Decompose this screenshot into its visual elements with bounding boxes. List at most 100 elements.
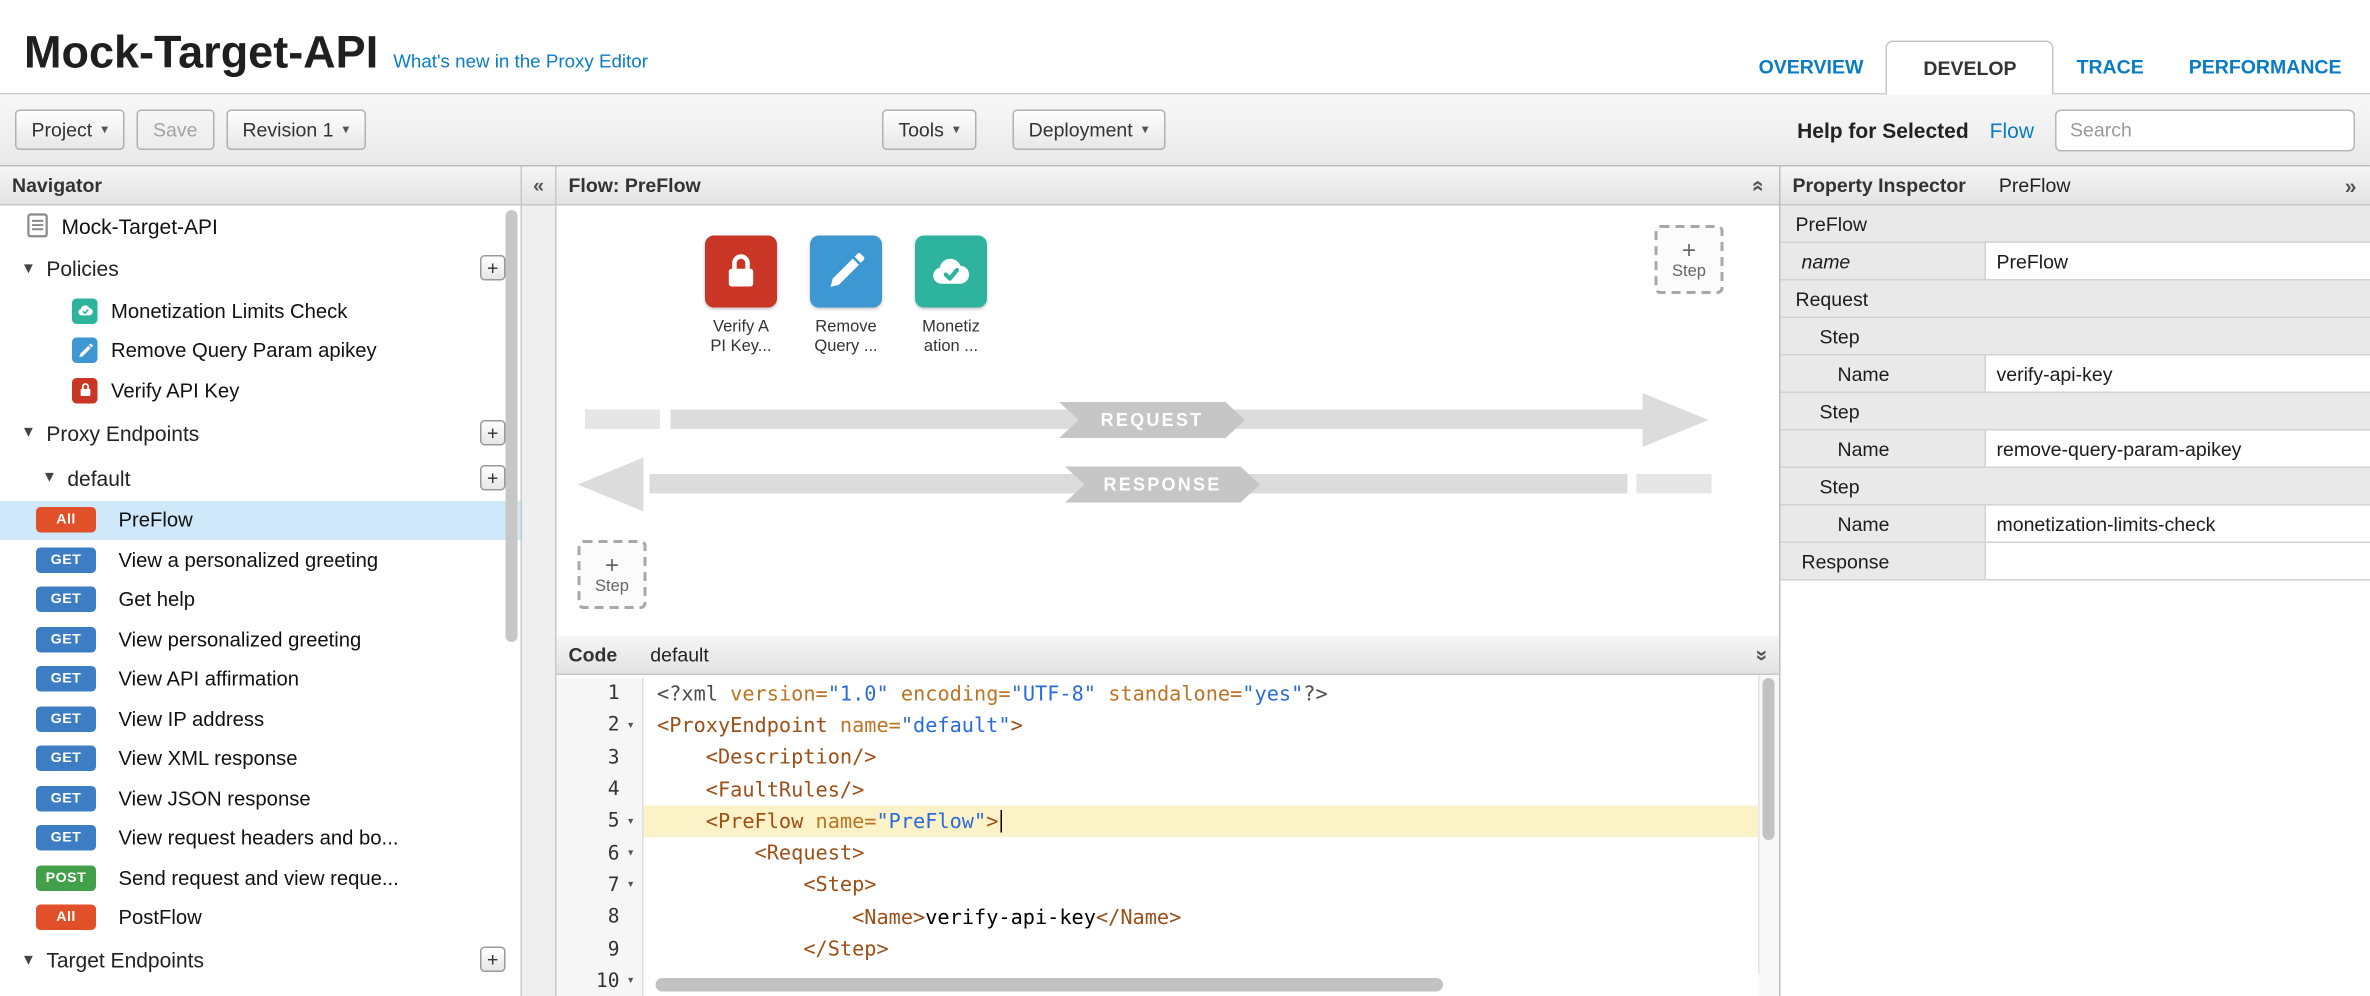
code-line-2[interactable]: 2▾<ProxyEndpoint name="default"> (557, 710, 1760, 742)
inspector-prop-value[interactable]: remove-query-param-apikey (1986, 431, 2370, 467)
flow-policy-monetiz-ation[interactable]: Monetization ... (899, 236, 1004, 358)
nav-item-view-personalized-greeting[interactable]: GETView personalized greeting (0, 620, 521, 660)
tab-develop[interactable]: DEVELOP (1886, 41, 2054, 95)
code-vertical-scrollbar[interactable] (1758, 675, 1779, 996)
add-proxy-endpoints-button[interactable]: + (480, 419, 506, 445)
nav-item-default[interactable]: ▼default+ (0, 455, 521, 500)
code-line-9[interactable]: 9 </Step> (557, 934, 1760, 966)
nav-item-proxy-endpoints[interactable]: ▼Proxy Endpoints+ (0, 410, 521, 455)
flow-policy-remove-query[interactable]: RemoveQuery ... (794, 236, 899, 358)
code-line-content[interactable]: <Name>verify-api-key</Name> (644, 902, 1760, 934)
inspector-prop-label-cell: Name (1781, 431, 1987, 467)
code-editor[interactable]: 1<?xml version="1.0" encoding="UTF-8" st… (557, 675, 1780, 996)
nav-item-mock-target-api[interactable]: Mock-Target-API (0, 206, 521, 247)
center-panel: Flow: PreFlow « Verify API Key... RemoveQ… (557, 167, 1780, 996)
nav-item-view-api-affirmation[interactable]: GETView API affirmation (0, 659, 521, 699)
tools-button[interactable]: Tools ▾ (882, 110, 976, 151)
nav-item-send-request-and-view-reque[interactable]: POSTSend request and view reque... (0, 858, 521, 898)
tab-performance[interactable]: PERFORMANCE (2166, 41, 2364, 94)
line-number: 8 (557, 902, 644, 934)
save-button[interactable]: Save (137, 110, 214, 151)
inspector-prop-value[interactable] (1986, 543, 2370, 579)
caret-down-icon: ▾ (343, 122, 350, 139)
disclosure-triangle-icon[interactable]: ▼ (21, 952, 36, 969)
nav-item-label: Policies (46, 257, 118, 281)
help-flow-link[interactable]: Flow (1990, 118, 2034, 142)
tab-trace[interactable]: TRACE (2054, 41, 2166, 94)
deployment-button[interactable]: Deployment ▾ (1012, 110, 1165, 151)
inspector-prop-label: Name (1838, 437, 1890, 460)
inspector-prop-value[interactable]: monetization-limits-check (1986, 506, 2370, 542)
add-step-button-request[interactable]: + Step (1655, 225, 1724, 294)
code-line-content[interactable]: <ProxyEndpoint name="default"> (644, 710, 1760, 742)
add-policies-button[interactable]: + (480, 255, 506, 281)
expand-inspector-icon[interactable]: » (2345, 173, 2357, 197)
code-fold-icon[interactable]: ▾ (620, 878, 643, 893)
code-line-content[interactable]: <PreFlow name="PreFlow"> (644, 806, 1760, 838)
flow-panel-title: Flow: PreFlow (569, 174, 701, 197)
nav-item-view-request-headers-and-bo[interactable]: GETView request headers and bo... (0, 818, 521, 858)
code-fold-icon[interactable]: ▾ (620, 974, 643, 989)
code-line-5[interactable]: 5▾ <PreFlow name="PreFlow"> (557, 806, 1760, 838)
disclosure-triangle-icon[interactable]: ▼ (42, 470, 57, 487)
line-number: 10▾ (557, 966, 644, 996)
code-line-3[interactable]: 3 <Description/> (557, 742, 1760, 774)
code-line-content[interactable]: </Step> (644, 934, 1760, 966)
inspector-prop-response: Response (1781, 543, 2370, 581)
nav-item-view-ip-address[interactable]: GETView IP address (0, 699, 521, 739)
disclosure-triangle-icon[interactable]: ▼ (21, 425, 36, 442)
code-line-content[interactable]: <Description/> (644, 742, 1760, 774)
add-target-endpoints-button[interactable]: + (480, 947, 506, 973)
add-default-button[interactable]: + (480, 464, 506, 490)
navigator-collapse-strip: « (522, 167, 557, 996)
disclosure-triangle-icon[interactable]: ▼ (21, 260, 36, 277)
code-line-content[interactable]: <Step> (644, 870, 1760, 902)
search-input[interactable] (2055, 109, 2355, 151)
collapse-code-panel-icon[interactable]: « (1748, 649, 1772, 661)
nav-item-preflow[interactable]: AllPreFlow (0, 500, 521, 540)
code-panel-title: Code (569, 644, 618, 667)
inspector-prop-value[interactable]: verify-api-key (1986, 356, 2370, 392)
code-fold-icon[interactable]: ▾ (620, 814, 643, 829)
collapse-navigator-icon[interactable]: « (522, 167, 555, 206)
project-button[interactable]: Project ▾ (15, 110, 125, 151)
nav-item-target-endpoints[interactable]: ▼Target Endpoints+ (0, 938, 521, 983)
flow-policy-label: Monetization ... (922, 318, 980, 357)
flow-policy-label: Verify API Key... (710, 318, 771, 357)
nav-item-postflow[interactable]: AllPostFlow (0, 898, 521, 938)
code-fold-icon[interactable]: ▾ (620, 846, 643, 861)
code-vertical-scrollbar-thumb[interactable] (1763, 678, 1775, 840)
code-horizontal-scrollbar[interactable] (645, 975, 1760, 996)
nav-item-view-a-personalized-greeting[interactable]: GETView a personalized greeting (0, 540, 521, 580)
code-line-4[interactable]: 4 <FaultRules/> (557, 774, 1760, 806)
code-line-content[interactable]: <Request> (644, 838, 1760, 870)
inspector-prop-value[interactable]: PreFlow (1986, 243, 2370, 279)
tab-overview[interactable]: OVERVIEW (1736, 41, 1886, 94)
code-line-8[interactable]: 8 <Name>verify-api-key</Name> (557, 902, 1760, 934)
whats-new-link[interactable]: What's new in the Proxy Editor (393, 51, 648, 72)
code-line-6[interactable]: 6▾ <Request> (557, 838, 1760, 870)
nav-item-get-help[interactable]: GETGet help (0, 580, 521, 620)
code-line-content[interactable]: <?xml version="1.0" encoding="UTF-8" sta… (644, 678, 1760, 710)
nav-item-view-json-response[interactable]: GETView JSON response (0, 779, 521, 819)
response-label: RESPONSE (1065, 467, 1260, 503)
inspector-prop-label: name (1802, 250, 1851, 273)
nav-item-monetization-limits-check[interactable]: Monetization Limits Check (0, 291, 521, 331)
collapse-flow-panel-icon[interactable]: « (1748, 179, 1772, 191)
code-line-content[interactable]: <FaultRules/> (644, 774, 1760, 806)
code-horizontal-scrollbar-thumb[interactable] (656, 978, 1444, 992)
nav-item-verify-api-key[interactable]: Verify API Key (0, 371, 521, 411)
inspector-prop-label: Name (1838, 362, 1890, 385)
nav-item-view-xml-response[interactable]: GETView XML response (0, 739, 521, 779)
header-tabs: OVERVIEWDEVELOPTRACEPERFORMANCE (1736, 41, 2364, 94)
nav-item-policies[interactable]: ▼ Policies + (0, 246, 521, 291)
add-step-button-response[interactable]: + Step (578, 540, 647, 609)
nav-item-remove-query-param-apikey[interactable]: Remove Query Param apikey (0, 331, 521, 371)
code-line-7[interactable]: 7▾ <Step> (557, 870, 1760, 902)
code-fold-icon[interactable]: ▾ (620, 718, 643, 733)
flow-policy-verify-a-pi-key[interactable]: Verify API Key... (689, 236, 794, 358)
revision-button[interactable]: Revision 1 ▾ (226, 110, 366, 151)
inspector-group-label: Step (1781, 400, 1860, 423)
code-line-1[interactable]: 1<?xml version="1.0" encoding="UTF-8" st… (557, 678, 1760, 710)
navigator-scrollbar-thumb[interactable] (506, 210, 518, 642)
